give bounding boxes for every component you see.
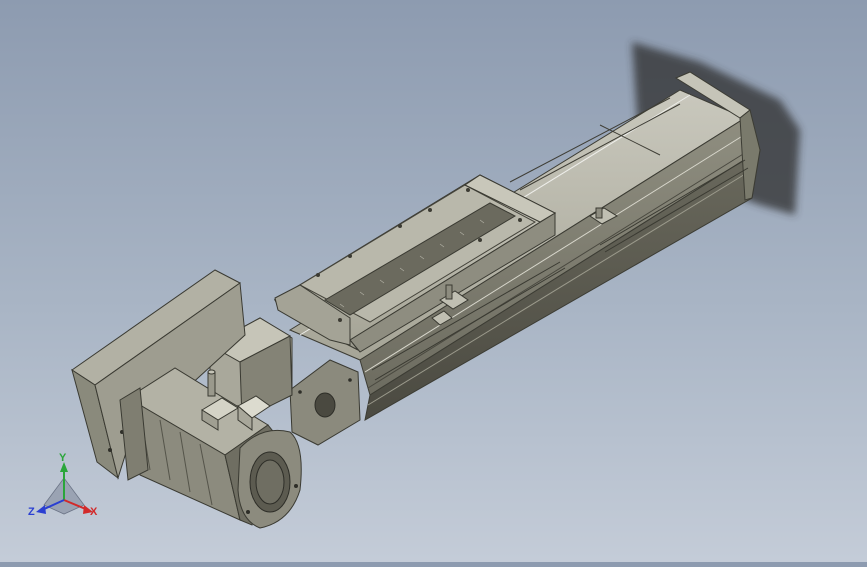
motor-end-face[interactable] [237,429,302,529]
model-canvas[interactable]: Y X Z [0,0,867,562]
y-axis-label: Y [59,452,67,464]
x-axis-label: X [90,506,98,518]
z-axis-label: Z [28,506,35,518]
cable-gland[interactable] [207,369,216,397]
motor-mount-plate[interactable] [289,359,361,446]
cad-viewport[interactable]: Y X Z [0,0,867,562]
z-axis-arrow [36,505,46,514]
view-triad[interactable]: Y X Z [28,452,98,518]
